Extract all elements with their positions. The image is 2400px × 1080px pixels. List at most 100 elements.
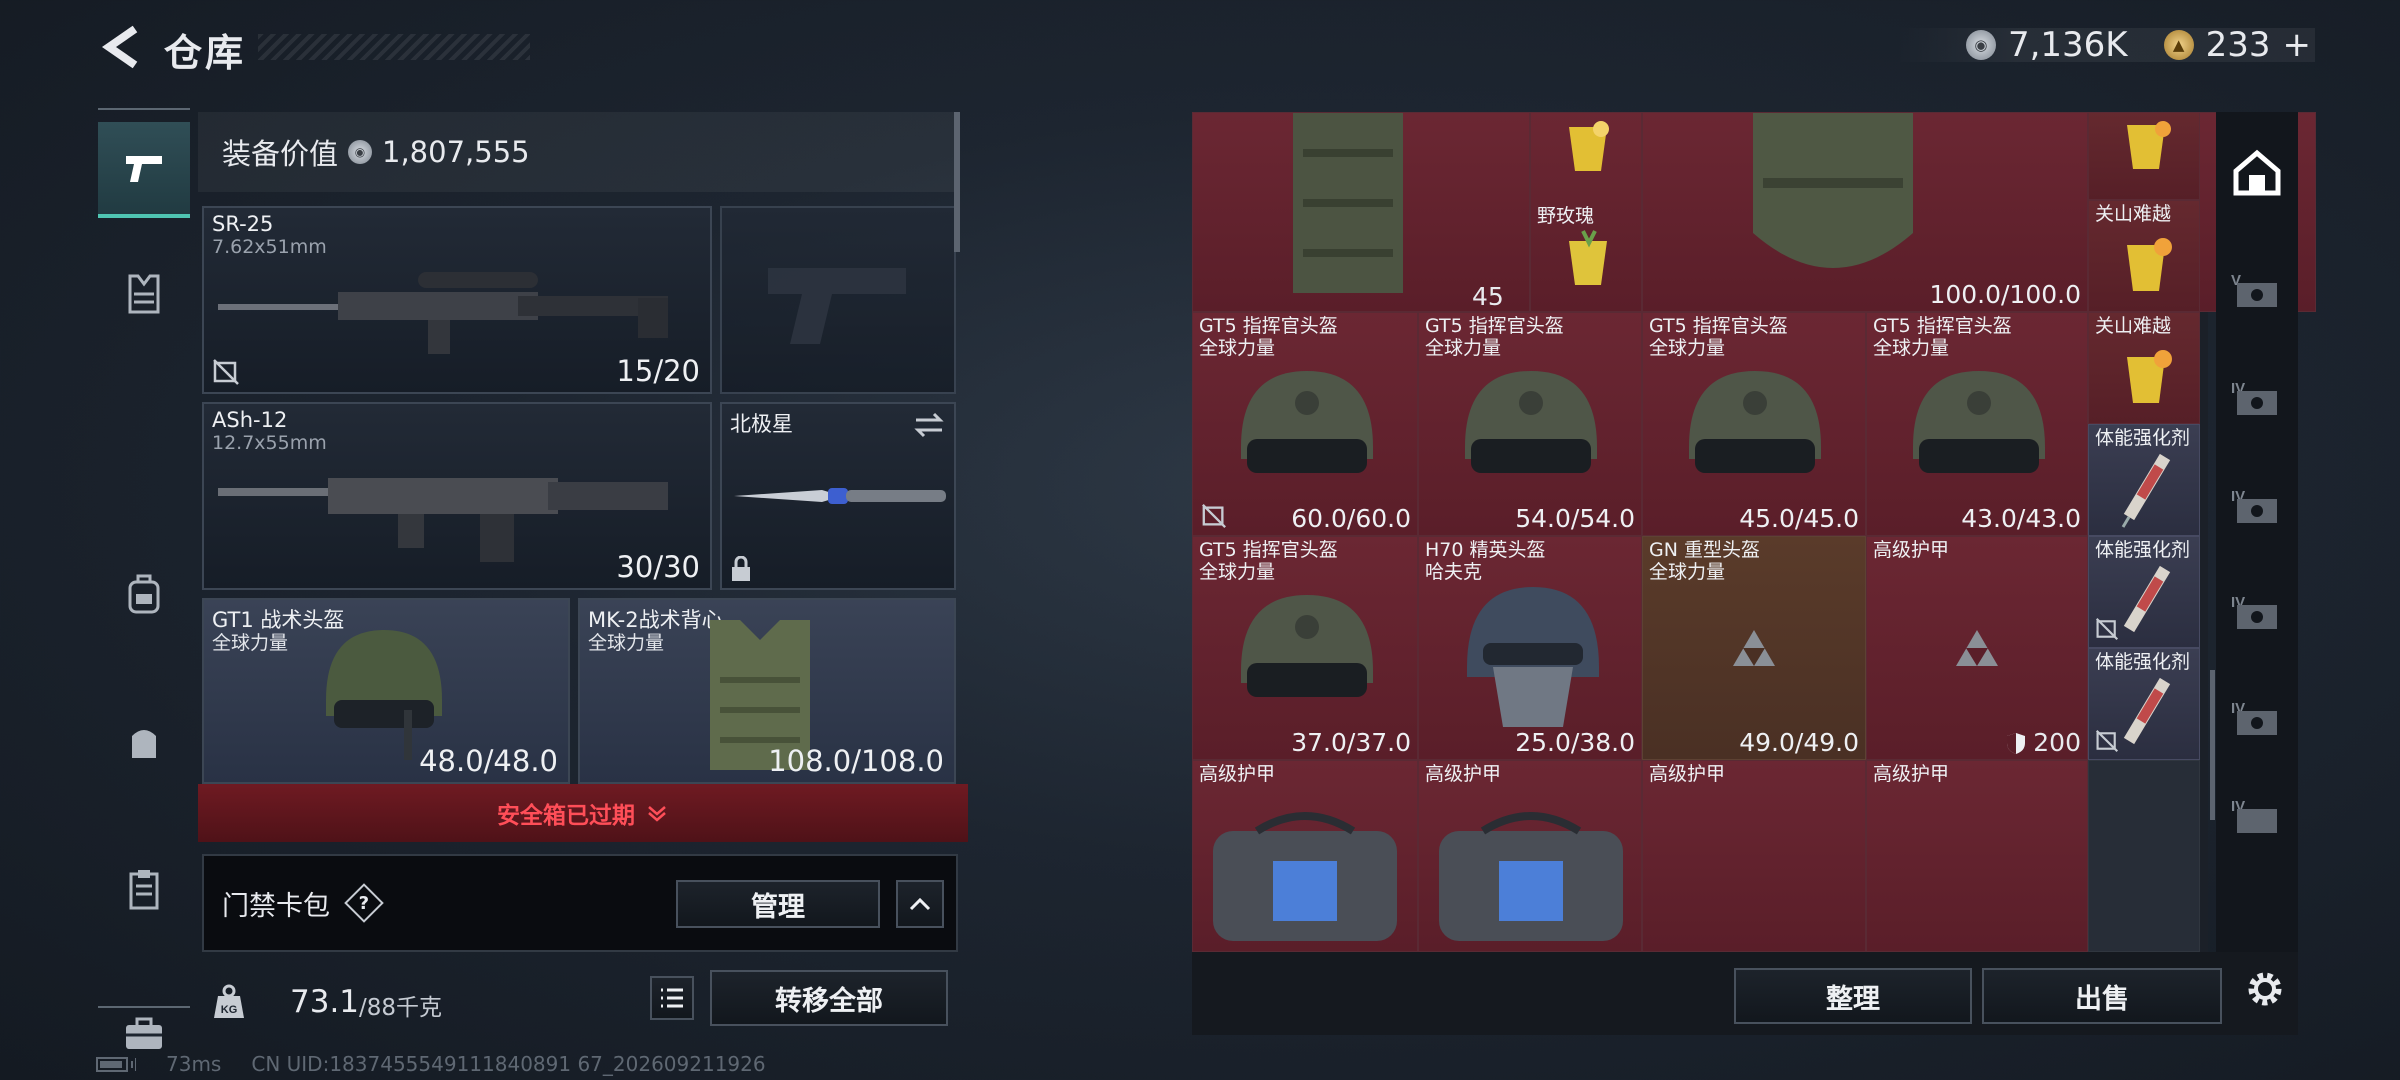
tab-container-iv-2[interactable]: IV [2216, 462, 2298, 552]
nav-backpack[interactable] [98, 546, 190, 642]
item-gt5-helmet[interactable]: GT5 指挥官头盔 全球力量 54.0/54.0 [1418, 312, 1642, 536]
storage-action-bar: 整理 出售 [1192, 952, 2298, 1035]
item-gt5-helmet[interactable]: GT5 指挥官头盔 全球力量 37.0/37.0 [1192, 536, 1418, 760]
nav-pouch[interactable] [98, 694, 190, 790]
manage-button[interactable]: 管理 [676, 880, 880, 928]
melee-name: 北极星 [730, 412, 793, 436]
tab-container-iv-5[interactable]: IV [2216, 782, 2298, 852]
item-gt5-helmet[interactable]: GT5 指挥官头盔 全球力量 43.0/43.0 [1866, 312, 2088, 536]
pouch-icon [132, 730, 156, 758]
weapon-name: ASh-12 [212, 408, 288, 432]
rig-image [1293, 113, 1403, 293]
list-icon [661, 988, 683, 1008]
drink-image [1569, 121, 1609, 171]
equipment-scrollbar[interactable] [954, 112, 960, 252]
no-insure-icon [1202, 504, 1226, 528]
swap-icon[interactable] [914, 412, 944, 438]
stim-injector-image [2121, 453, 2171, 528]
toolbox-icon [126, 1017, 162, 1049]
lock-icon [732, 556, 750, 581]
helmet-slot[interactable]: GT1 战术头盔 全球力量 48.0/48.0 [202, 598, 570, 784]
primary-weapon-slot[interactable]: SR-25 7.62x51mm 15/20 [202, 206, 712, 394]
settings-button[interactable] [2232, 956, 2298, 1022]
chevron-up-icon [909, 897, 931, 911]
item-stim[interactable]: 体能强化剂 [2088, 424, 2200, 536]
currency-bar: ◉ 7,136K ▲ 233 + [1895, 25, 2315, 65]
silver-coin-icon: ◉ [348, 140, 373, 164]
item-advanced-armor[interactable]: 高级护甲 [1418, 760, 1642, 952]
nav-armor[interactable] [98, 246, 190, 342]
secondary-weapon-slot[interactable]: ASh-12 12.7x55mm 30/30 [202, 402, 712, 590]
item-gt5-helmet[interactable]: GT5 指挥官头盔 全球力量 60.0/60.0 [1192, 312, 1418, 536]
item-guanshan-drink[interactable]: 关山难越 [2088, 200, 2200, 312]
container-iv-icon: IV [2231, 380, 2277, 415]
equipment-panel: 装备价值 ◉ 1,807,555 SR-25 7.62x51mm 15/20 A… [198, 112, 968, 1042]
tab-container-iv-3[interactable]: IV [2216, 568, 2298, 658]
sr25-rifle-image [218, 272, 668, 354]
item-durability: 60.0/60.0 [1291, 504, 1411, 533]
item-brand: 全球力量 [1649, 337, 1726, 359]
item-advanced-armor[interactable]: 高级护甲 200 [1866, 536, 2088, 760]
battery-icon [96, 1057, 136, 1072]
tab-container-iv-1[interactable]: IV [2216, 354, 2298, 444]
storage-scrollbar[interactable] [2210, 670, 2215, 820]
transfer-all-button[interactable]: 转移全部 [710, 970, 948, 1026]
item-guanshan-drink[interactable]: 关山难越 [2088, 312, 2200, 424]
help-icon[interactable]: ? [344, 883, 384, 923]
expand-button[interactable] [896, 880, 944, 928]
ammo-count: 30/30 [616, 550, 700, 584]
item-gt5-helmet[interactable]: GT5 指挥官头盔 全球力量 45.0/45.0 [1642, 312, 1866, 536]
tab-stash[interactable] [2216, 128, 2298, 218]
equipment-value-label: 装备价值 [222, 137, 339, 171]
item-brand: 全球力量 [1199, 337, 1276, 359]
status-footer: 73ms CN UID:1837455549111840891 67_20260… [96, 1052, 766, 1076]
duffel-bag-image [1213, 812, 1397, 941]
stash-icon [2233, 149, 2281, 196]
item-advanced-armor[interactable]: 高级护甲 [1642, 760, 1866, 952]
item-name: GT5 指挥官头盔 [1425, 315, 1564, 337]
h70-helmet-image [1467, 587, 1599, 727]
item-wild-rose-drink[interactable]: 野玫瑰 [1530, 112, 1642, 312]
gt5-helmet-image [1241, 595, 1373, 697]
drink-image [2127, 238, 2172, 291]
vest-slot[interactable]: MK-2战术背心 全球力量 108.0/108.0 [578, 598, 956, 784]
item-advanced-armor[interactable]: 高级护甲 [1866, 760, 2088, 952]
placeholder-triangle-icon [1956, 630, 1998, 666]
gold-currency-value: 233 [2205, 25, 2271, 65]
armor-icon [128, 274, 160, 314]
nav-tasks[interactable] [98, 842, 190, 938]
item-durability: 54.0/54.0 [1515, 504, 1635, 533]
item-drink-partial[interactable] [2088, 112, 2200, 200]
item-name: GN 重型头盔 [1649, 539, 1760, 561]
chevron-down-icon [648, 806, 666, 822]
item-durability: 200 [2033, 728, 2081, 757]
nav-weapons[interactable] [98, 122, 190, 218]
container-iv-icon: IV [2231, 798, 2277, 833]
drink-count: 45 [1472, 282, 1504, 311]
sell-button[interactable]: 出售 [1982, 968, 2222, 1024]
item-advanced-armor[interactable]: 高级护甲 [1192, 760, 1418, 952]
safebox-expired-banner[interactable]: 安全箱已过期 [198, 784, 968, 842]
pistol-slot-empty[interactable] [720, 206, 956, 394]
item-h70-helmet[interactable]: H70 精英头盔 哈夫克 25.0/38.0 [1418, 536, 1642, 760]
sort-button[interactable]: 整理 [1734, 968, 1972, 1024]
title-decoration [258, 34, 530, 60]
max-weight: /88千克 [359, 995, 443, 1021]
gt5-helmet-image [1241, 371, 1373, 473]
empty-slot[interactable] [2088, 760, 2200, 952]
item-durability: 49.0/49.0 [1739, 728, 1859, 757]
item-heavy-armor[interactable]: 100.0/100.0 [1642, 112, 2088, 312]
back-arrow-icon [101, 25, 138, 69]
tab-container-iv-4[interactable]: IV [2216, 674, 2298, 764]
back-button[interactable] [96, 22, 146, 72]
item-stim[interactable]: 体能强化剂 [2088, 648, 2200, 760]
add-currency-button[interactable]: + [2283, 25, 2312, 65]
stim-injector-image [2123, 677, 2171, 745]
item-gn-heavy-helmet[interactable]: GN 重型头盔 全球力量 49.0/49.0 [1642, 536, 1866, 760]
list-view-button[interactable] [650, 976, 694, 1020]
tab-container-v[interactable]: V [2216, 246, 2298, 336]
melee-slot[interactable]: 北极星 [720, 402, 956, 590]
item-stim[interactable]: 体能强化剂 [2088, 536, 2200, 648]
storage-grid: 野玫瑰 45 100.0/100.0 关山难越 GT5 指挥官头盔 全球力量 6… [1192, 112, 2316, 952]
item-durability: 37.0/37.0 [1291, 728, 1411, 757]
